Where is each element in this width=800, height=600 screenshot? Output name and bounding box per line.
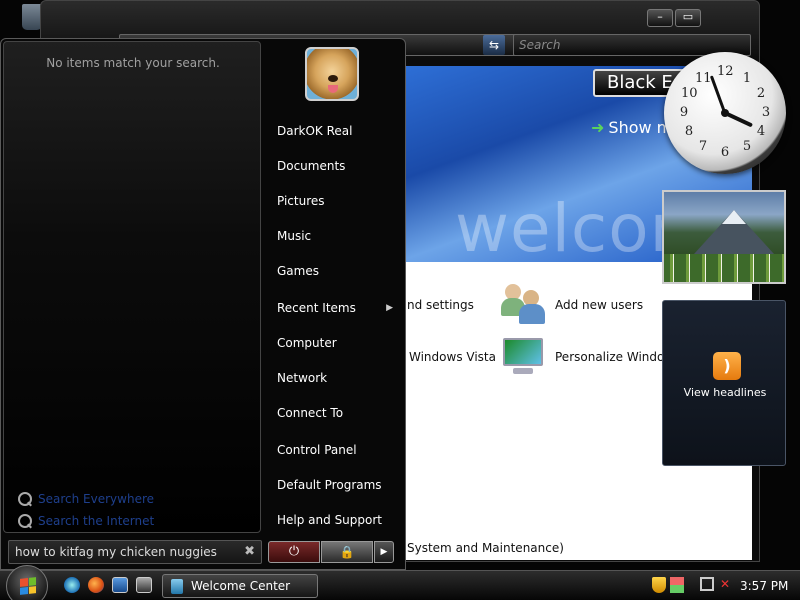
start-menu-places: DarkOK Real Documents Pictures Music Gam…	[263, 39, 405, 534]
windows-flag-tray-icon[interactable]	[670, 577, 684, 593]
menu-item-control-panel[interactable]: Control Panel	[269, 435, 401, 465]
clock-minute-hand	[709, 74, 727, 114]
network-icon[interactable]	[700, 577, 714, 591]
task-windows-vista[interactable]: Windows Vista	[409, 350, 496, 364]
taskbar-button-label: Welcome Center	[191, 579, 291, 593]
clock-gadget[interactable]: 12 1 2 3 4 5 6 7 8 9 10 11	[664, 52, 786, 174]
clear-search-icon[interactable]: ✖	[244, 544, 255, 559]
menu-item-documents[interactable]: Documents	[269, 151, 401, 181]
task-system-maintenance[interactable]: System and Maintenance)	[407, 541, 564, 555]
welcome-center-icon	[171, 579, 183, 594]
personalize-icon[interactable]	[501, 334, 545, 378]
view-headlines-label[interactable]: View headlines	[663, 386, 787, 399]
taskbar-button-welcome-center[interactable]: Welcome Center	[162, 574, 318, 598]
search-internet-link[interactable]: Search the Internet	[18, 514, 154, 528]
clock-number: 7	[698, 139, 708, 154]
start-menu: No items match your search. Search Every…	[0, 38, 406, 570]
switch-windows-icon[interactable]	[136, 577, 152, 593]
internet-explorer-icon[interactable]	[64, 577, 80, 593]
refresh-button[interactable]: ⇆	[483, 35, 505, 55]
start-search-query: how to kitfag my chicken nuggies	[15, 545, 217, 559]
menu-item-user[interactable]: DarkOK Real	[269, 116, 401, 146]
menu-item-default-programs[interactable]: Default Programs	[269, 470, 401, 500]
clock-number: 3	[761, 105, 771, 120]
clock-number: 4	[756, 124, 766, 139]
clock-number: 8	[684, 124, 694, 139]
taskbar: Welcome Center ✕ 3:57 PM	[0, 565, 800, 600]
menu-item-network[interactable]: Network	[269, 363, 401, 393]
menu-item-help-support[interactable]: Help and Support	[269, 505, 401, 535]
clock-number: 1	[742, 71, 752, 86]
clock-number: 12	[717, 64, 734, 79]
clock-face: 12 1 2 3 4 5 6 7 8 9 10 11	[676, 64, 774, 162]
menu-item-computer[interactable]: Computer	[269, 328, 401, 358]
recent-items-label: Recent Items	[277, 301, 356, 315]
feed-headlines-gadget[interactable]: ) View headlines	[662, 300, 786, 466]
shutdown-options-button[interactable]: ▶	[374, 541, 394, 563]
task-settings[interactable]: nd settings	[407, 298, 474, 312]
users-icon[interactable]	[501, 280, 545, 324]
search-everywhere-link[interactable]: Search Everywhere	[18, 492, 154, 506]
search-icon	[18, 514, 32, 528]
clock-number: 11	[695, 71, 712, 86]
menu-item-games[interactable]: Games	[269, 256, 401, 286]
show-more-label: Show m	[608, 118, 673, 137]
show-more-link[interactable]: ➜ Show m	[591, 118, 672, 137]
no-results-message: No items match your search.	[46, 56, 220, 70]
start-button[interactable]	[6, 565, 48, 600]
clock-number: 6	[720, 145, 730, 160]
meadow-image	[664, 254, 784, 282]
start-menu-program-list: No items match your search. Search Every…	[3, 41, 261, 533]
taskbar-clock[interactable]: 3:57 PM	[740, 579, 788, 593]
menu-item-connect-to[interactable]: Connect To	[269, 398, 401, 428]
search-internet-label: Search the Internet	[38, 514, 155, 528]
minimize-button[interactable]: –	[647, 9, 673, 27]
security-shield-icon[interactable]	[652, 577, 666, 593]
search-placeholder: Search	[519, 38, 561, 52]
power-controls: ⏻ 🔒 ▶	[268, 541, 394, 563]
volume-muted-icon[interactable]: ✕	[720, 577, 734, 591]
search-everywhere-label: Search Everywhere	[38, 492, 154, 506]
arrow-right-icon: ➜	[591, 118, 605, 137]
clock-number: 9	[679, 105, 689, 120]
start-search-input[interactable]: how to kitfag my chicken nuggies ✖	[8, 540, 262, 564]
lock-button[interactable]: 🔒	[321, 541, 373, 563]
clock-number: 10	[681, 86, 698, 101]
recycle-bin-icon[interactable]	[22, 4, 42, 30]
menu-item-pictures[interactable]: Pictures	[269, 186, 401, 216]
menu-item-recent-items[interactable]: Recent Items ▶	[269, 293, 401, 323]
user-avatar[interactable]	[305, 47, 359, 101]
firefox-icon[interactable]	[88, 577, 104, 593]
task-add-new-users[interactable]: Add new users	[555, 298, 643, 312]
submenu-arrow-icon: ▶	[386, 303, 393, 313]
clock-center	[721, 109, 729, 117]
search-icon	[18, 492, 32, 506]
mountain-snow	[722, 210, 746, 224]
system-tray: ✕ 3:57 PM	[644, 573, 800, 599]
rss-icon: )	[713, 352, 741, 380]
clock-number: 2	[756, 86, 766, 101]
windows-logo-icon	[20, 577, 36, 595]
power-button[interactable]: ⏻	[268, 541, 320, 563]
slideshow-gadget[interactable]	[662, 190, 786, 284]
window-controls: – ▭	[647, 9, 701, 27]
menu-item-music[interactable]: Music	[269, 221, 401, 251]
show-desktop-icon[interactable]	[112, 577, 128, 593]
maximize-button[interactable]: ▭	[675, 9, 701, 27]
clock-number: 5	[742, 139, 752, 154]
